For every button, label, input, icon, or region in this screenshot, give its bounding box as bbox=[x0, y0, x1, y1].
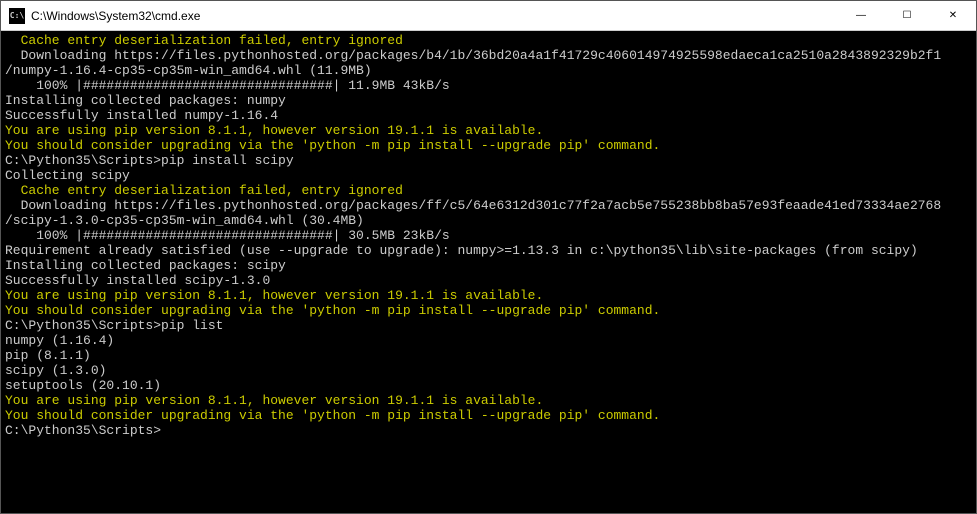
terminal-line: /numpy-1.16.4-cp35-cp35m-win_amd64.whl (… bbox=[5, 63, 972, 78]
terminal-line: numpy (1.16.4) bbox=[5, 333, 972, 348]
terminal-line: /scipy-1.3.0-cp35-cp35m-win_amd64.whl (3… bbox=[5, 213, 972, 228]
terminal-line: Downloading https://files.pythonhosted.o… bbox=[5, 48, 972, 63]
terminal-output[interactable]: Cache entry deserialization failed, entr… bbox=[1, 31, 976, 513]
terminal-line: 100% |################################| … bbox=[5, 78, 972, 93]
terminal-line: Cache entry deserialization failed, entr… bbox=[5, 33, 972, 48]
terminal-line: Successfully installed numpy-1.16.4 bbox=[5, 108, 972, 123]
terminal-line: You should consider upgrading via the 'p… bbox=[5, 138, 972, 153]
minimize-button[interactable]: — bbox=[838, 1, 884, 30]
terminal-line: Requirement already satisfied (use --upg… bbox=[5, 243, 972, 258]
cmd-window: C:\ C:\Windows\System32\cmd.exe — ☐ ✕ Ca… bbox=[0, 0, 977, 514]
cmd-icon: C:\ bbox=[9, 8, 25, 24]
terminal-line: C:\Python35\Scripts> bbox=[5, 423, 972, 438]
terminal-line: Installing collected packages: numpy bbox=[5, 93, 972, 108]
terminal-line: Successfully installed scipy-1.3.0 bbox=[5, 273, 972, 288]
terminal-line: You should consider upgrading via the 'p… bbox=[5, 303, 972, 318]
terminal-line: scipy (1.3.0) bbox=[5, 363, 972, 378]
terminal-line: 100% |################################| … bbox=[5, 228, 972, 243]
close-button[interactable]: ✕ bbox=[930, 1, 976, 30]
terminal-line: Collecting scipy bbox=[5, 168, 972, 183]
terminal-line: You are using pip version 8.1.1, however… bbox=[5, 123, 972, 138]
terminal-line: Installing collected packages: scipy bbox=[5, 258, 972, 273]
terminal-line: You are using pip version 8.1.1, however… bbox=[5, 393, 972, 408]
window-controls: — ☐ ✕ bbox=[838, 1, 976, 30]
terminal-line: Downloading https://files.pythonhosted.o… bbox=[5, 198, 972, 213]
terminal-line: C:\Python35\Scripts>pip list bbox=[5, 318, 972, 333]
terminal-line: Cache entry deserialization failed, entr… bbox=[5, 183, 972, 198]
terminal-line: You should consider upgrading via the 'p… bbox=[5, 408, 972, 423]
terminal-line: pip (8.1.1) bbox=[5, 348, 972, 363]
terminal-line: C:\Python35\Scripts>pip install scipy bbox=[5, 153, 972, 168]
terminal-line: You are using pip version 8.1.1, however… bbox=[5, 288, 972, 303]
maximize-button[interactable]: ☐ bbox=[884, 1, 930, 30]
terminal-line: setuptools (20.10.1) bbox=[5, 378, 972, 393]
window-title: C:\Windows\System32\cmd.exe bbox=[31, 9, 838, 23]
titlebar[interactable]: C:\ C:\Windows\System32\cmd.exe — ☐ ✕ bbox=[1, 1, 976, 31]
